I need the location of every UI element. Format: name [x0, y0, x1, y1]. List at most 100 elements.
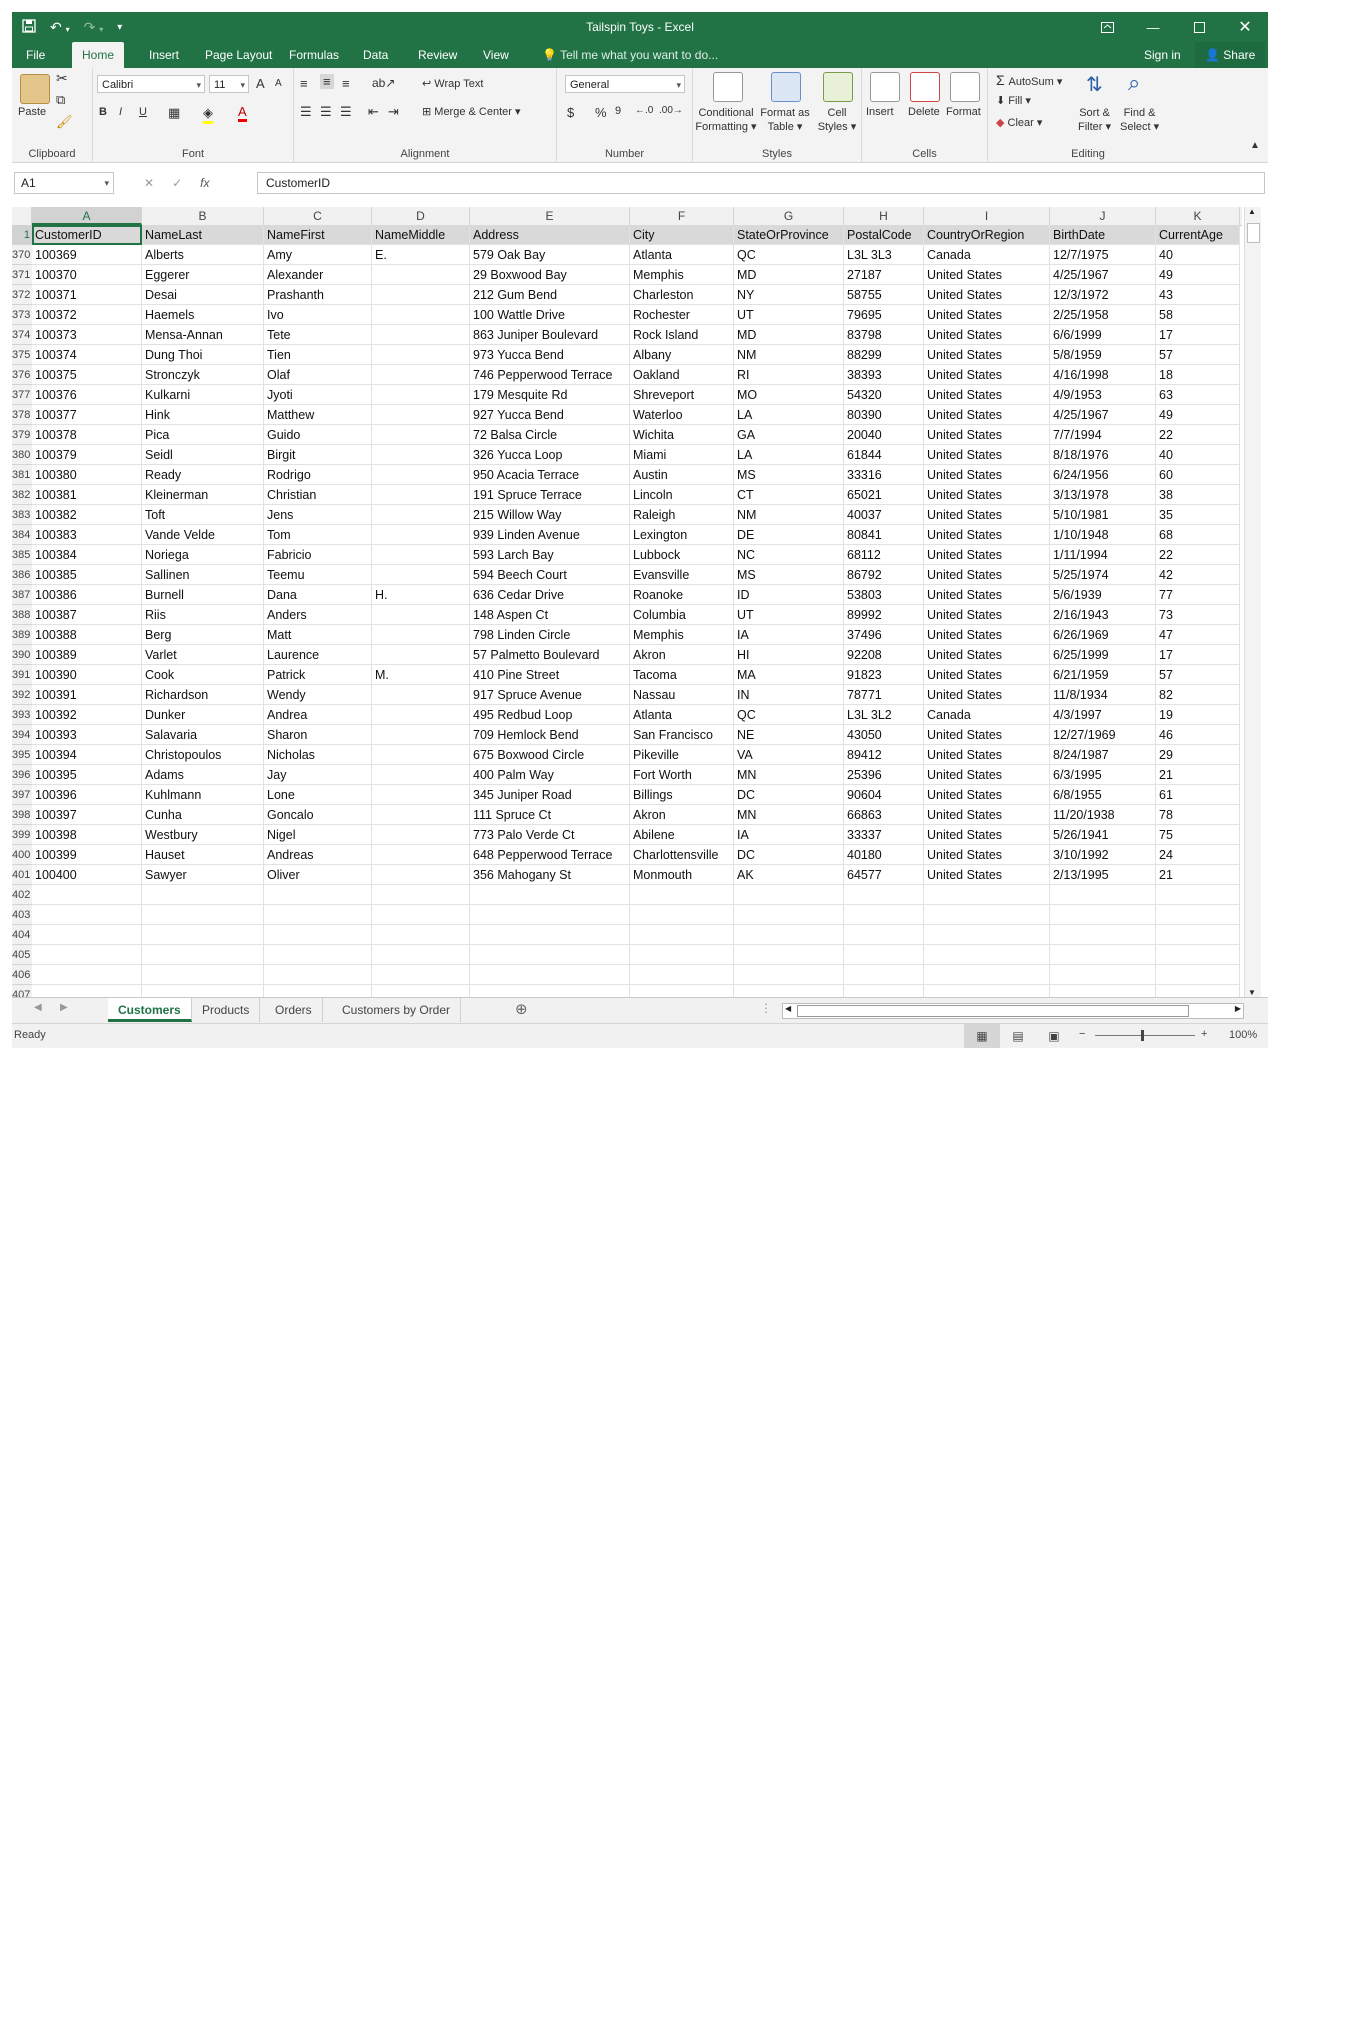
row-header[interactable]: 389 [12, 625, 32, 645]
cell[interactable]: Oakland [630, 365, 734, 385]
tab-page-layout[interactable]: Page Layout [195, 42, 282, 68]
cell[interactable]: Westbury [142, 825, 264, 845]
cell[interactable]: Tacoma [630, 665, 734, 685]
cell[interactable]: 83798 [844, 325, 924, 345]
cell[interactable] [372, 705, 470, 725]
cell[interactable]: MA [734, 665, 844, 685]
delete-cells-icon[interactable] [910, 72, 940, 102]
column-header-a[interactable]: A [32, 207, 142, 225]
cell[interactable] [372, 785, 470, 805]
cell[interactable] [142, 945, 264, 965]
header-cell[interactable]: CountryOrRegion [924, 225, 1050, 245]
cancel-entry-icon[interactable]: ✕ [144, 176, 154, 190]
row-header[interactable]: 391 [12, 665, 32, 685]
cell[interactable]: 38 [1156, 485, 1240, 505]
cell[interactable] [1050, 885, 1156, 905]
row-header[interactable]: 378 [12, 405, 32, 425]
cell[interactable]: GA [734, 425, 844, 445]
align-right-icon[interactable]: ☰ [340, 104, 352, 120]
cell[interactable]: 57 [1156, 345, 1240, 365]
cell[interactable] [924, 945, 1050, 965]
row-header[interactable]: 394 [12, 725, 32, 745]
cell[interactable]: Fabricio [264, 545, 372, 565]
cell[interactable]: 579 Oak Bay [470, 245, 630, 265]
cell[interactable]: Fort Worth [630, 765, 734, 785]
row-header[interactable]: 397 [12, 785, 32, 805]
cell[interactable]: Alexander [264, 265, 372, 285]
cell[interactable]: 78771 [844, 685, 924, 705]
cell[interactable]: 100375 [32, 365, 142, 385]
cell[interactable]: 42 [1156, 565, 1240, 585]
cell[interactable]: Canada [924, 705, 1050, 725]
cell[interactable]: 33316 [844, 465, 924, 485]
tab-data[interactable]: Data [353, 42, 398, 68]
cell[interactable]: 27187 [844, 265, 924, 285]
cell[interactable]: 20040 [844, 425, 924, 445]
conditional-formatting-icon[interactable] [713, 72, 743, 102]
cell[interactable]: United States [924, 725, 1050, 745]
cell[interactable] [1050, 985, 1156, 997]
cell[interactable]: 100370 [32, 265, 142, 285]
cell[interactable]: 636 Cedar Drive [470, 585, 630, 605]
insert-cells-button[interactable]: Insert [866, 106, 894, 118]
cell[interactable]: United States [924, 425, 1050, 445]
copy-icon[interactable]: ⧉ [56, 92, 65, 108]
cell[interactable]: 58 [1156, 305, 1240, 325]
cell[interactable] [372, 765, 470, 785]
cell[interactable] [142, 965, 264, 985]
cell[interactable]: AK [734, 865, 844, 885]
tab-home[interactable]: Home [72, 42, 125, 68]
cell[interactable] [142, 905, 264, 925]
cell[interactable]: Haemels [142, 305, 264, 325]
cell[interactable]: United States [924, 305, 1050, 325]
cell[interactable]: Patrick [264, 665, 372, 685]
cell[interactable]: 22 [1156, 545, 1240, 565]
cell-styles-button[interactable]: Cell Styles ▾ [817, 106, 857, 134]
cell[interactable]: Amy [264, 245, 372, 265]
cell[interactable] [372, 505, 470, 525]
cell[interactable] [924, 925, 1050, 945]
orientation-icon[interactable]: ab↗ [372, 76, 395, 90]
cell[interactable] [1156, 905, 1240, 925]
row-header[interactable]: 404 [12, 925, 32, 945]
cell[interactable]: VA [734, 745, 844, 765]
cell[interactable]: Berg [142, 625, 264, 645]
cell[interactable]: 40180 [844, 845, 924, 865]
row-header[interactable]: 401 [12, 865, 32, 885]
cell[interactable]: 89992 [844, 605, 924, 625]
font-size-dropdown[interactable]: 11 [209, 75, 249, 94]
currency-button[interactable]: $ [567, 105, 574, 120]
cell[interactable]: 25396 [844, 765, 924, 785]
cell[interactable]: Wichita [630, 425, 734, 445]
cell[interactable] [32, 925, 142, 945]
format-cells-icon[interactable] [950, 72, 980, 102]
cell[interactable]: DE [734, 525, 844, 545]
cell[interactable]: United States [924, 605, 1050, 625]
cell[interactable]: Tom [264, 525, 372, 545]
cell[interactable] [1156, 925, 1240, 945]
cell[interactable]: Kuhlmann [142, 785, 264, 805]
cell[interactable]: Lubbock [630, 545, 734, 565]
row-header[interactable]: 371 [12, 265, 32, 285]
cell[interactable]: Rochester [630, 305, 734, 325]
cell[interactable]: United States [924, 285, 1050, 305]
cell[interactable]: Sallinen [142, 565, 264, 585]
new-sheet-icon[interactable]: ⊕ [515, 1000, 528, 1018]
cell[interactable]: Goncalo [264, 805, 372, 825]
cell[interactable] [844, 985, 924, 997]
cell[interactable]: Jay [264, 765, 372, 785]
cell[interactable]: IA [734, 825, 844, 845]
cell[interactable]: 6/6/1999 [1050, 325, 1156, 345]
confirm-entry-icon[interactable]: ✓ [172, 176, 182, 190]
cell[interactable]: Waterloo [630, 405, 734, 425]
cell[interactable]: 100390 [32, 665, 142, 685]
cell[interactable]: 29 Boxwood Bay [470, 265, 630, 285]
cell[interactable]: 100374 [32, 345, 142, 365]
cell[interactable]: Toft [142, 505, 264, 525]
tab-split-handle[interactable]: ⋮ [760, 1001, 772, 1015]
cell[interactable]: Prashanth [264, 285, 372, 305]
cell[interactable]: Kulkarni [142, 385, 264, 405]
cell[interactable] [844, 965, 924, 985]
cell[interactable]: UT [734, 305, 844, 325]
cell[interactable]: 400 Palm Way [470, 765, 630, 785]
